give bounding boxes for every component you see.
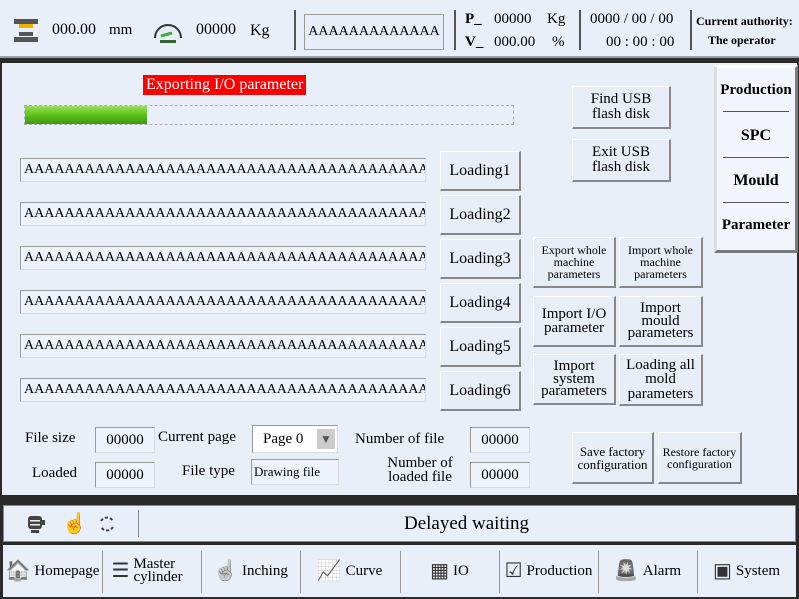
date: 0000 / 00 / 00 (590, 11, 674, 27)
nav-master-cylinder[interactable]: ☰ Master cylinder (102, 545, 201, 597)
tab-spc[interactable]: SPC (717, 127, 795, 145)
p-value: 00000 (494, 11, 532, 27)
tab-parameter[interactable]: Parameter (717, 217, 795, 234)
motor-icon (28, 516, 45, 533)
nav-inching[interactable]: ☝ Inching (201, 545, 300, 597)
nav-system[interactable]: ▣ System (697, 545, 796, 597)
loading-button-1[interactable]: Loading1 (440, 151, 521, 191)
loaded-value: 00000 (95, 462, 155, 488)
p-unit: Kg (547, 11, 566, 27)
loading-button-2[interactable]: Loading2 (440, 195, 521, 235)
position-unit: mm (109, 22, 133, 38)
file-size-value: 00000 (95, 427, 155, 453)
p-label: P_ (465, 11, 482, 27)
import-io-button[interactable]: Import I/O parameter (533, 296, 616, 347)
nav-label: Master cylinder (133, 555, 183, 585)
loading-button-3[interactable]: Loading3 (440, 239, 521, 279)
v-value: 000.00 (494, 34, 536, 50)
bottom-nav: 🏠 Homepage ☰ Master cylinder ☝ Inching 📈 Curve ▦… (3, 545, 796, 597)
nav-label: Inching (242, 562, 288, 579)
nav-label: IO (453, 562, 469, 579)
progress-bar (24, 105, 514, 125)
import-mould-button[interactable]: Import mould parameters (619, 296, 703, 347)
nav-alarm[interactable]: 🚨 Alarm (598, 545, 697, 597)
number-of-loaded-file-value: 00000 (470, 462, 530, 488)
master-cylinder-icon: ☰ (111, 560, 130, 582)
tab-mould[interactable]: Mould (717, 172, 795, 190)
loading-all-mold-button[interactable]: Loading all mold parameters (619, 354, 703, 406)
save-factory-button[interactable]: Save factory configuration (572, 432, 654, 484)
status-message: Delayed waiting (403, 513, 530, 534)
status-bar: ☝ Delayed waiting (3, 505, 796, 542)
export-whole-machine-button[interactable]: Export whole machine parameters (533, 237, 616, 288)
nav-production[interactable]: ☑ Production (499, 545, 598, 597)
home-icon: 🏠 (5, 560, 31, 582)
import-system-button[interactable]: Import system parameters (533, 354, 616, 405)
dropdown-arrow-icon[interactable]: ▼ (317, 429, 335, 449)
nav-label: Homepage (34, 562, 100, 579)
loaded-label: Loaded (32, 465, 77, 481)
exit-usb-button[interactable]: Exit USB flash disk (572, 139, 671, 182)
current-page-label: Current page (158, 429, 236, 445)
number-of-file-label: Number of file (355, 431, 445, 447)
current-page-value: Page 0 (263, 430, 304, 447)
file-size-label: File size (25, 430, 76, 446)
system-icon: ▣ (712, 560, 732, 582)
force-unit: Kg (250, 22, 270, 39)
hand-icon: ☝ (62, 513, 87, 535)
production-icon: ☑ (504, 560, 523, 582)
nav-label: Production (526, 562, 593, 579)
force-value: 00000 (196, 21, 236, 38)
io-icon: ▦ (430, 560, 450, 582)
v-unit: % (552, 34, 565, 50)
curve-icon: 📈 (316, 560, 342, 582)
alarm-icon: 🚨 (613, 560, 639, 582)
file-type-label: File type (182, 463, 235, 479)
nav-io[interactable]: ▦ IO (400, 545, 499, 597)
load-path-field[interactable]: AAAAAAAAAAAAAAAAAAAAAAAAAAAAAAAAAAAAAAAA… (20, 246, 426, 270)
header-bar: 000.00 mm 00000 Kg AAAAAAAAAAAAA P_ 0000… (0, 0, 799, 58)
v-label: V_ (465, 34, 484, 50)
authority-label: Current authority: (696, 14, 793, 28)
nav-label: Alarm (642, 562, 682, 579)
number-of-file-value: 00000 (470, 427, 530, 453)
progress-fill (25, 106, 147, 124)
loading-button-4[interactable]: Loading4 (440, 283, 521, 323)
authority-value: The operator (708, 33, 776, 47)
load-path-field[interactable]: AAAAAAAAAAAAAAAAAAAAAAAAAAAAAAAAAAAAAAAA… (20, 290, 426, 314)
load-path-field[interactable]: AAAAAAAAAAAAAAAAAAAAAAAAAAAAAAAAAAAAAAAA… (20, 202, 426, 226)
file-type-value: Drawing file (251, 459, 339, 485)
loading-button-6[interactable]: Loading6 (440, 371, 521, 411)
tab-production[interactable]: Production (717, 82, 795, 99)
nav-homepage[interactable]: 🏠 Homepage (3, 545, 102, 597)
find-usb-button[interactable]: Find USB flash disk (572, 86, 671, 129)
position-value: 000.00 (52, 21, 96, 38)
import-whole-machine-button[interactable]: Import whole machine parameters (619, 237, 703, 288)
name-box[interactable]: AAAAAAAAAAAAA (304, 14, 444, 50)
cycle-icon (100, 516, 114, 532)
export-status-title: Exporting I/O parameter (143, 75, 307, 95)
nav-label: Curve (345, 562, 383, 579)
gauge-icon (154, 24, 182, 43)
number-of-loaded-file-label: Number of loaded file (387, 455, 453, 486)
mould-icon (14, 19, 38, 42)
load-path-field[interactable]: AAAAAAAAAAAAAAAAAAAAAAAAAAAAAAAAAAAAAAAA… (20, 334, 426, 358)
time: 00 : 00 : 00 (606, 34, 675, 50)
load-path-field[interactable]: AAAAAAAAAAAAAAAAAAAAAAAAAAAAAAAAAAAAAAAA… (20, 378, 426, 402)
restore-factory-button[interactable]: Restore factory configuration (658, 432, 742, 484)
inching-icon: ☝ (213, 560, 239, 582)
loading-button-5[interactable]: Loading5 (440, 327, 521, 367)
current-page-select[interactable]: Page 0 ▼ (252, 425, 338, 453)
nav-curve[interactable]: 📈 Curve (300, 545, 399, 597)
side-tabs: Production SPC Mould Parameter (714, 65, 798, 253)
load-path-field[interactable]: AAAAAAAAAAAAAAAAAAAAAAAAAAAAAAAAAAAAAAAA… (20, 158, 426, 182)
nav-label: System (735, 562, 781, 579)
